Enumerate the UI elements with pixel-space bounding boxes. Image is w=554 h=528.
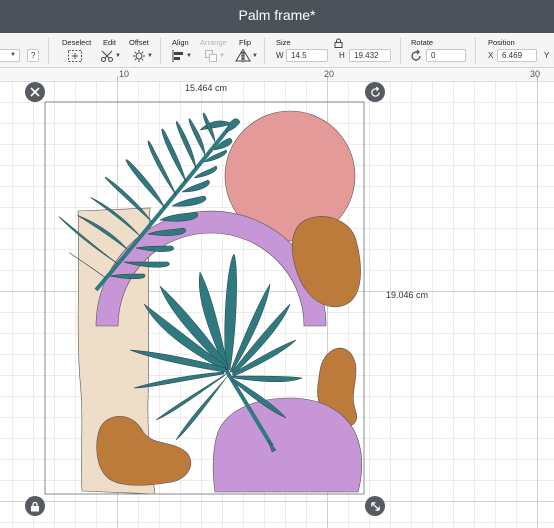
lock-handle[interactable] <box>25 496 45 516</box>
resize-handle[interactable] <box>365 496 385 516</box>
rotate-handle-icon <box>370 86 380 97</box>
rotate-handle[interactable] <box>365 82 385 102</box>
delete-handle[interactable] <box>25 82 45 102</box>
lock-icon <box>31 501 39 511</box>
width-dimension-label: 15.464 cm <box>185 83 228 93</box>
height-dimension-label: 19.046 cm <box>386 290 429 300</box>
close-icon <box>30 87 40 97</box>
palm-frame-artwork[interactable] <box>0 0 554 528</box>
resize-icon <box>370 501 380 511</box>
